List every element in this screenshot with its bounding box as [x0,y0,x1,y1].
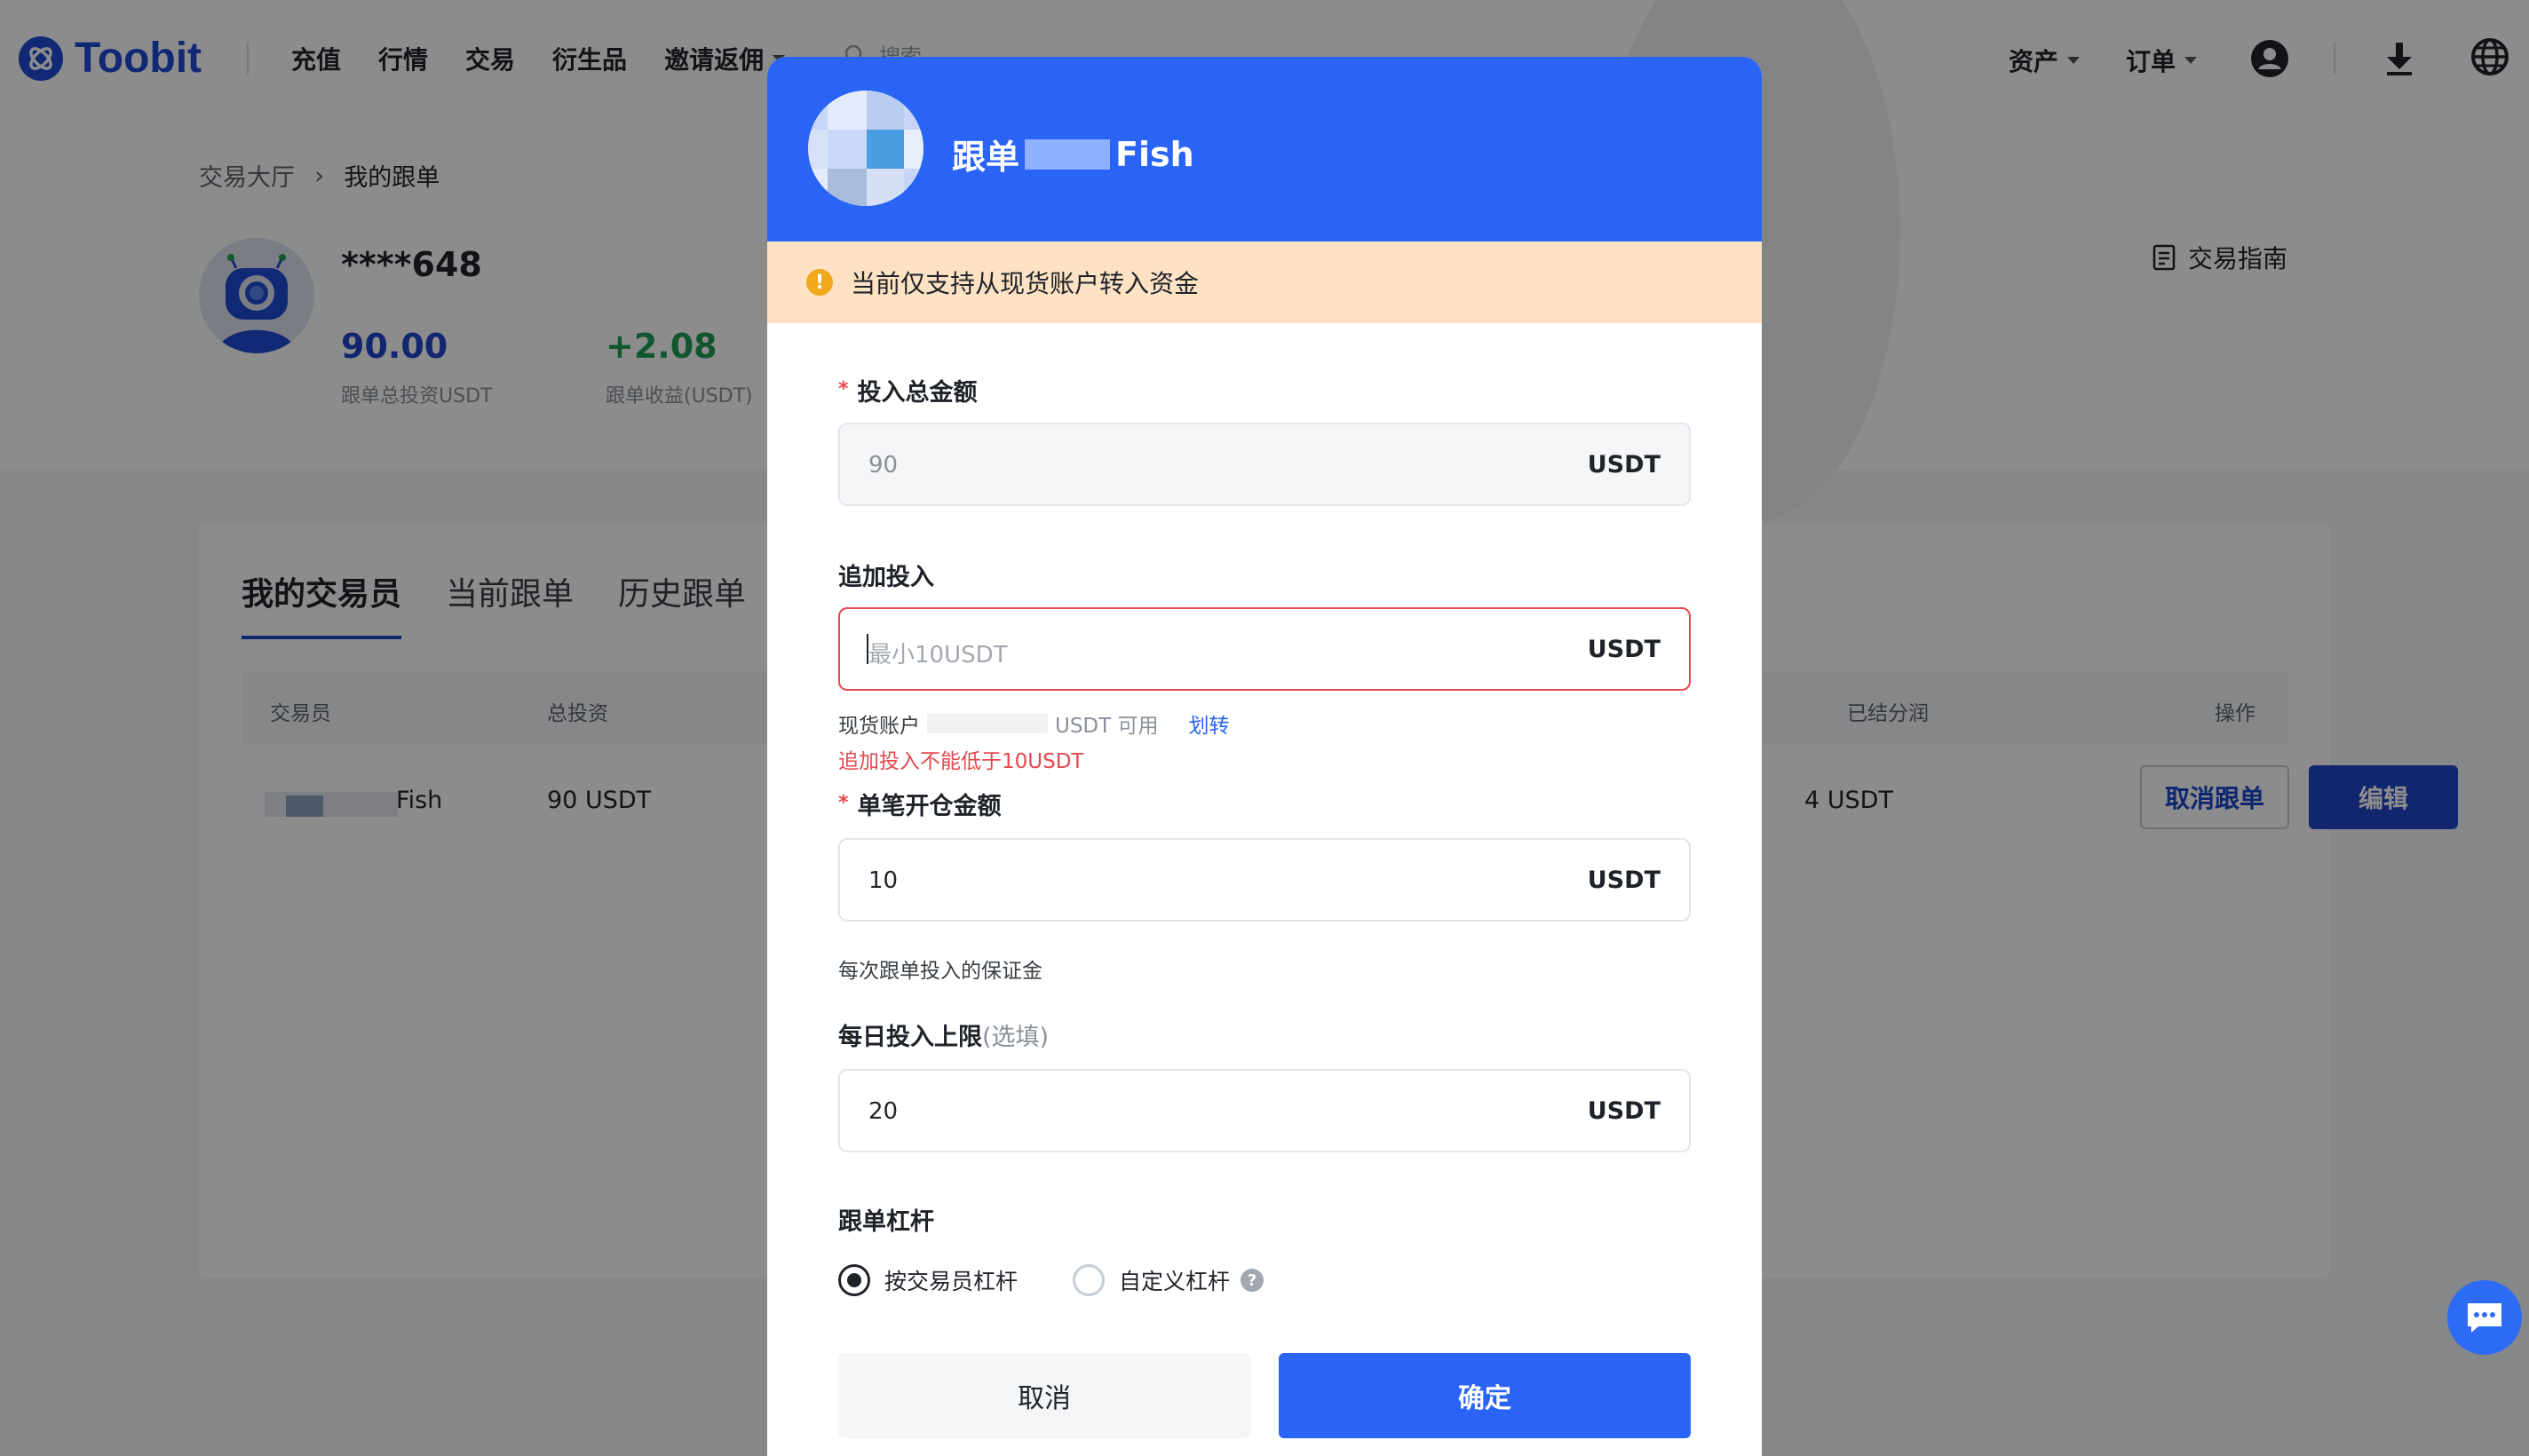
transfer-link[interactable]: 划转 [1189,708,1230,739]
radio-custom-leverage[interactable] [1073,1264,1106,1296]
radio-trader-leverage[interactable] [838,1264,870,1296]
currency-unit: USDT [1587,866,1661,894]
notice-text: 当前仅支持从现货账户转入资金 [851,269,1200,298]
required-marker: * [838,378,849,400]
add-invest-input[interactable]: 最小10USDT USDT [838,607,1691,691]
leverage-options: 按交易员杠杆 自定义杠杆 ? [838,1264,1264,1296]
available-balance: 现货账户 USDT 可用 划转 [838,708,1230,739]
daily-limit-value: 20 [868,1098,899,1125]
masked-balance [927,714,1048,733]
confirm-button[interactable]: 确定 [1279,1353,1691,1438]
modal-header: 跟单 Fish [767,57,1762,241]
daily-limit-label-text: 每日投入上限 [838,1024,982,1051]
total-amount-input: 90 USDT [838,423,1691,506]
radio-trader-leverage-label[interactable]: 按交易员杠杆 [884,1264,1018,1296]
single-amount-value: 10 [868,867,899,894]
total-amount-value: 90 [868,452,899,479]
currency-unit: USDT [1587,636,1661,663]
support-chat-button[interactable] [2447,1280,2522,1355]
cancel-button[interactable]: 取消 [838,1353,1250,1438]
available-suffix: USDT 可用 [1055,715,1159,738]
required-marker: * [838,792,849,814]
trader-avatar [808,91,924,206]
help-icon[interactable]: ? [1241,1269,1264,1292]
single-amount-label-text: 单笔开仓金额 [857,793,1002,820]
notice-banner: ! 当前仅支持从现货账户转入资金 [767,241,1762,323]
daily-limit-input[interactable]: 20 USDT [838,1069,1691,1152]
modal-title-prefix: 跟单 [952,138,1020,177]
total-amount-label: * 投入总金额 [838,373,978,408]
optional-marker: (选填) [982,1024,1050,1051]
total-amount-label-text: 投入总金额 [857,379,978,407]
modal-title-suffix: Fish [1115,134,1194,174]
pixelated-avatar-icon [808,91,924,206]
page: Toobit 充值 行情 交易 衍生品 邀请返佣 搜索 资产 订单 [0,0,2529,1456]
add-invest-error: 追加投入不能低于10USDT [838,750,1084,773]
add-invest-label: 追加投入 [838,564,934,591]
leverage-label: 跟单杠杆 [838,1208,934,1236]
currency-unit: USDT [1587,1097,1661,1125]
single-amount-hint: 每次跟单投入的保证金 [838,960,1043,983]
radio-custom-leverage-label[interactable]: 自定义杠杆 [1119,1264,1230,1296]
masked-name [1025,138,1111,170]
single-amount-label: * 单笔开仓金额 [838,787,1002,821]
available-prefix: 现货账户 [838,715,920,738]
daily-limit-label: 每日投入上限(选填) [838,1017,1049,1052]
chat-icon [2468,1303,2501,1333]
modal-title: 跟单 Fish [952,130,1194,178]
follow-settings-modal: 跟单 Fish ! 当前仅支持从现货账户转入资金 * 投入总金额 90 USDT … [767,57,1762,1456]
add-invest-placeholder: 最小10USDT [868,642,1008,669]
single-amount-input[interactable]: 10 USDT [838,838,1691,922]
warning-icon: ! [806,269,833,296]
currency-unit: USDT [1587,451,1661,479]
